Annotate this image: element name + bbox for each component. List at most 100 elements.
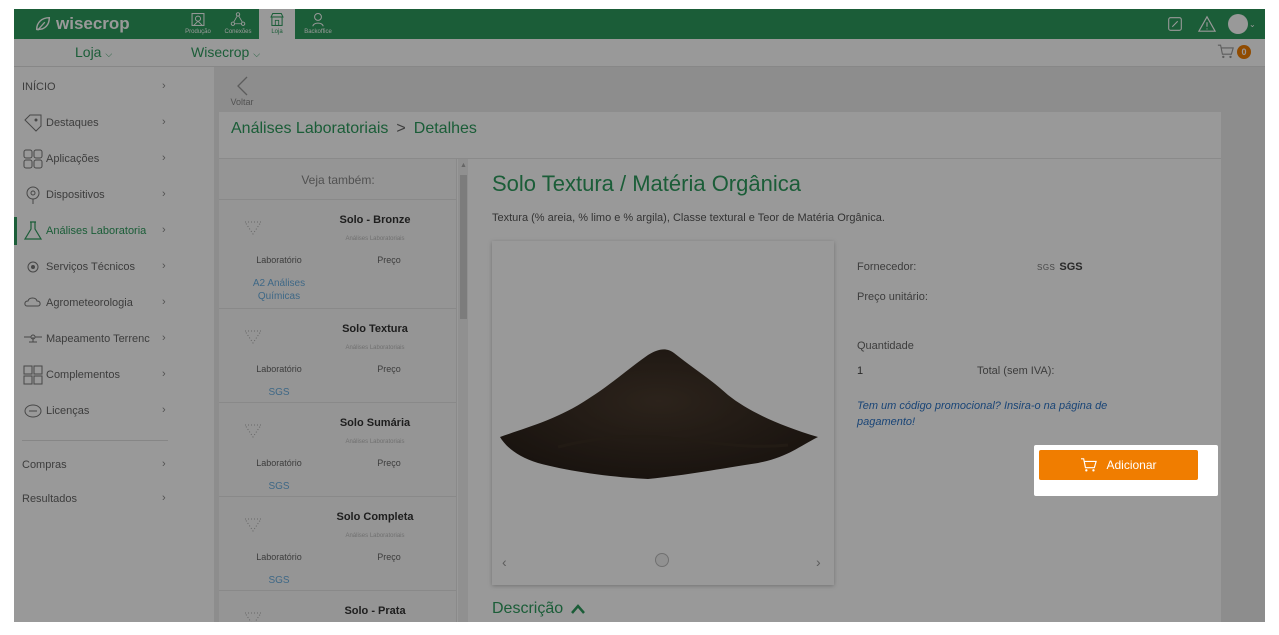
scroll-thumb[interactable] bbox=[460, 175, 467, 319]
sidebar-item-dispositivos[interactable]: Dispositivos › bbox=[14, 177, 174, 213]
price-label: Preço bbox=[377, 458, 401, 468]
lab-value[interactable]: A2 Análises Químicas bbox=[239, 277, 319, 303]
edit-icon[interactable] bbox=[1166, 13, 1184, 35]
item-name: Solo Completa bbox=[336, 511, 414, 523]
breadcrumb-separator: > bbox=[396, 120, 406, 137]
sidebar-item-servicos[interactable]: Serviços Técnicos › bbox=[14, 249, 174, 285]
chevron-right-icon: › bbox=[162, 260, 166, 272]
list-item[interactable]: Solo Sumária Análises Laboratoriais Labo… bbox=[219, 402, 456, 496]
product-title: Solo Textura / Matéria Orgânica bbox=[492, 171, 801, 196]
cart-count-badge: 0 bbox=[1237, 44, 1251, 59]
sidebar-item-complementos[interactable]: Complementos › bbox=[14, 357, 174, 393]
quantity-label: Quantidade bbox=[857, 340, 914, 352]
list-scrollbar[interactable]: ▲ bbox=[458, 159, 468, 622]
sidebar-item-mapeamento[interactable]: Mapeamento Terrenc › bbox=[14, 321, 174, 357]
soil-pile-image bbox=[500, 349, 818, 479]
tag-icon bbox=[24, 114, 42, 132]
module-label: Conexões bbox=[224, 29, 252, 35]
list-item[interactable]: Solo Textura Análises Laboratoriais Labo… bbox=[219, 308, 456, 402]
chevron-down-icon: ⌵ bbox=[105, 49, 113, 59]
avatar[interactable]: ⌄ bbox=[1228, 13, 1256, 35]
sidebar-item-label: Serviços Técnicos bbox=[46, 261, 136, 273]
store-select-value: Loja bbox=[75, 44, 102, 60]
complements-icon bbox=[23, 365, 43, 385]
sidebar-item-destaques[interactable]: Destaques › bbox=[14, 105, 174, 141]
module-label: Backoffice bbox=[304, 29, 332, 35]
building-icon bbox=[191, 13, 205, 26]
total-label: Total (sem IVA): bbox=[977, 365, 1055, 377]
lab-value[interactable]: SGS bbox=[239, 480, 319, 493]
sidebar-item-label: Destaques bbox=[46, 117, 99, 129]
module-label: Loja bbox=[271, 29, 283, 35]
lab-label: Laboratório bbox=[256, 458, 302, 468]
quantity-field[interactable]: 1 bbox=[857, 365, 863, 377]
lab-label: Laboratório bbox=[256, 255, 302, 265]
lab-label: Laboratório bbox=[256, 364, 302, 374]
sidebar-item-inicio[interactable]: INÍCIO › bbox=[14, 69, 174, 105]
lab-value[interactable]: SGS bbox=[239, 574, 319, 587]
sidebar-item-licencas[interactable]: Licenças › bbox=[14, 393, 174, 429]
lab-value[interactable]: SGS bbox=[239, 386, 319, 399]
list-item[interactable]: Solo - Bronze Análises Laboratoriais Lab… bbox=[219, 199, 456, 308]
cart-button[interactable]: 0 bbox=[1217, 43, 1251, 60]
carousel-next-icon[interactable]: › bbox=[816, 554, 821, 570]
chevron-right-icon: › bbox=[162, 224, 166, 236]
sidebar: INÍCIO › Destaques › Aplicações › Dispos… bbox=[14, 67, 214, 622]
add-to-cart-button[interactable]: Adicionar bbox=[1039, 450, 1198, 480]
unit-price-label: Preço unitário: bbox=[857, 291, 928, 303]
sidebar-item-label: INÍCIO bbox=[22, 81, 56, 93]
sidebar-divider bbox=[22, 440, 168, 441]
scroll-up-icon[interactable]: ▲ bbox=[460, 162, 467, 169]
list-item[interactable]: Solo - Prata bbox=[219, 590, 456, 622]
chevron-right-icon: › bbox=[162, 404, 166, 416]
module-tab-backoffice[interactable]: Backoffice bbox=[300, 9, 336, 39]
network-icon bbox=[230, 12, 246, 26]
sidebar-item-aplicacoes[interactable]: Aplicações › bbox=[14, 141, 174, 177]
sidebar-item-resultados[interactable]: Resultados › bbox=[14, 481, 174, 517]
chevron-right-icon: › bbox=[162, 458, 166, 470]
module-tab-producao[interactable]: Produção bbox=[180, 9, 216, 39]
store-icon bbox=[270, 13, 284, 26]
chevron-right-icon: › bbox=[162, 188, 166, 200]
sidebar-item-label: Agrometeorologia bbox=[46, 297, 133, 309]
supplier-name: SGS bbox=[1059, 261, 1083, 273]
sidebar-item-compras[interactable]: Compras › bbox=[14, 447, 174, 483]
breadcrumb: Análises Laboratoriais > Detalhes bbox=[231, 120, 477, 138]
carousel-dot[interactable] bbox=[655, 553, 669, 567]
brand-logo[interactable]: wisecrop bbox=[34, 14, 130, 34]
breadcrumb-parent[interactable]: Análises Laboratoriais bbox=[231, 120, 388, 137]
sgs-logo: SGS bbox=[1037, 262, 1056, 272]
promo-link[interactable]: Tem um código promocional? Insira-o na p… bbox=[857, 398, 1157, 430]
alert-icon[interactable] bbox=[1197, 13, 1217, 35]
sidebar-item-label: Análises Laboratoria bbox=[46, 225, 147, 237]
top-bar: wisecrop Produção Conexões Loja Backoffi… bbox=[14, 9, 1265, 39]
cart-icon bbox=[1217, 44, 1234, 59]
product-image-carousel: ‹ › bbox=[492, 241, 834, 585]
soil-icon bbox=[244, 330, 262, 344]
supplier-label: Fornecedor: bbox=[857, 261, 917, 273]
org-select[interactable]: Wisecrop ⌵ bbox=[191, 44, 260, 60]
description-toggle[interactable]: Descrição bbox=[492, 600, 586, 618]
device-icon bbox=[26, 186, 40, 204]
list-item[interactable]: Solo Completa Análises Laboratoriais Lab… bbox=[219, 496, 456, 590]
item-name: Solo Textura bbox=[342, 323, 408, 335]
sidebar-item-agrometeorologia[interactable]: Agrometeorologia › bbox=[14, 285, 174, 321]
item-category: Análises Laboratoriais bbox=[345, 236, 405, 242]
module-tab-conexoes[interactable]: Conexões bbox=[220, 9, 256, 39]
sidebar-item-analises[interactable]: Análises Laboratoria › bbox=[14, 213, 174, 249]
chevron-down-icon: ⌄ bbox=[1249, 19, 1256, 29]
carousel-prev-icon[interactable]: ‹ bbox=[502, 554, 507, 570]
chevron-right-icon: › bbox=[162, 80, 166, 92]
app-window: wisecrop Produção Conexões Loja Backoffi… bbox=[14, 9, 1265, 622]
lab-label: Laboratório bbox=[256, 552, 302, 562]
back-button[interactable]: Voltar bbox=[227, 75, 257, 109]
supplier-value: SGS SGS bbox=[1037, 261, 1083, 273]
module-tab-loja[interactable]: Loja bbox=[259, 9, 295, 39]
see-also-title: Veja também: bbox=[301, 173, 375, 187]
sidebar-item-label: Dispositivos bbox=[46, 189, 105, 201]
module-label: Produção bbox=[185, 29, 211, 35]
item-category: Análises Laboratoriais bbox=[345, 533, 405, 539]
store-select[interactable]: Loja ⌵ bbox=[75, 44, 112, 60]
price-label: Preço bbox=[377, 255, 401, 265]
chevron-right-icon: › bbox=[162, 296, 166, 308]
